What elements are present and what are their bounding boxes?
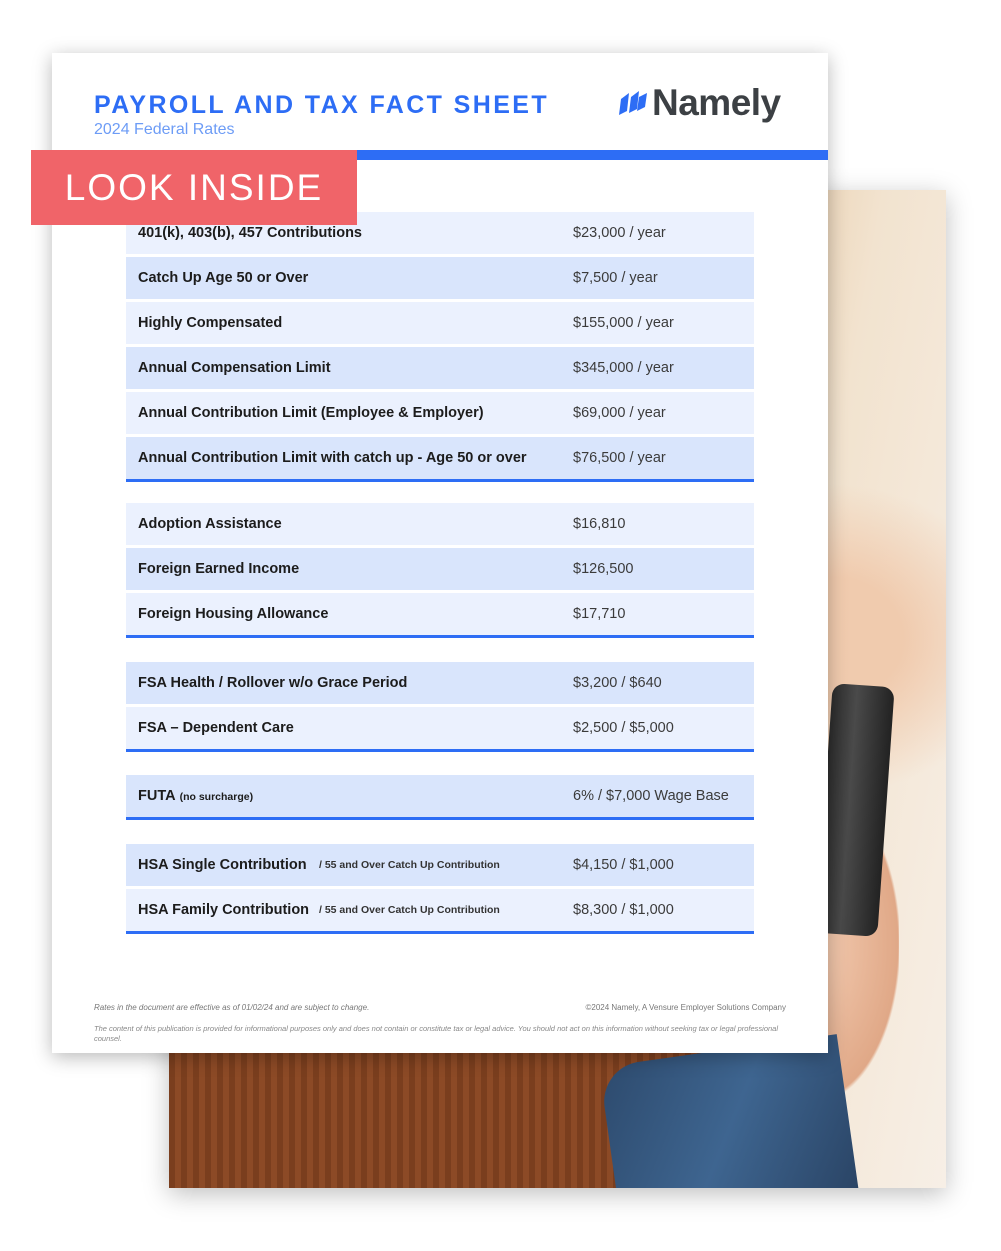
row-value: $69,000 / year [573, 405, 666, 421]
row-value: $2,500 / $5,000 [573, 720, 674, 736]
table-row: FSA Health / Rollover w/o Grace Period $… [126, 662, 754, 704]
retirement-group: 401(k), 403(b), 457 Contributions $23,00… [126, 212, 754, 482]
row-label: HSA Family Contribution [138, 902, 310, 918]
row-label: Adoption Assistance [138, 516, 282, 532]
namely-logo: Namely [617, 82, 781, 123]
row-label: Highly Compensated [138, 315, 283, 331]
row-value: $345,000 / year [573, 360, 674, 376]
table-row: Annual Contribution Limit with catch up … [126, 437, 754, 479]
row-value: $76,500 / year [573, 450, 666, 466]
row-value: $126,500 [573, 561, 634, 577]
row-label: FSA – Dependent Care [138, 720, 294, 736]
row-sublabel: / 55 and Over Catch Up Contribution [319, 859, 500, 871]
effective-note: Rates in the document are effective as o… [94, 1003, 370, 1012]
row-label-text: FUTA [138, 788, 176, 804]
table-row: Highly Compensated $155,000 / year [126, 302, 754, 344]
table-row: FSA – Dependent Care $2,500 / $5,000 [126, 707, 754, 749]
table-row: FUTA (no surcharge) 6% / $7,000 Wage Base [126, 775, 754, 817]
row-value: $4,150 / $1,000 [573, 857, 674, 873]
row-label: FSA Health / Rollover w/o Grace Period [138, 675, 408, 691]
row-label: Foreign Housing Allowance [138, 606, 329, 622]
look-inside-badge[interactable]: LOOK INSIDE [31, 150, 357, 225]
table-row: Adoption Assistance $16,810 [126, 503, 754, 545]
income-group: Adoption Assistance $16,810 Foreign Earn… [126, 503, 754, 638]
row-value: $23,000 / year [573, 225, 666, 241]
table-row: Foreign Earned Income $126,500 [126, 548, 754, 590]
table-row: Annual Contribution Limit (Employee & Em… [126, 392, 754, 434]
row-value: $155,000 / year [573, 315, 674, 331]
page-title: PAYROLL AND TAX FACT SHEET [94, 91, 550, 119]
row-sublabel: / 55 and Over Catch Up Contribution [319, 904, 500, 916]
row-value: 6% / $7,000 Wage Base [573, 788, 729, 804]
row-label: Catch Up Age 50 or Over [138, 270, 309, 286]
table-row: Catch Up Age 50 or Over $7,500 / year [126, 257, 754, 299]
copyright: ©2024 Namely, A Vensure Employer Solutio… [585, 1003, 786, 1012]
namely-logo-icon [619, 91, 647, 115]
row-label: 401(k), 403(b), 457 Contributions [138, 225, 362, 241]
row-value: $16,810 [573, 516, 626, 532]
row-value: $7,500 / year [573, 270, 658, 286]
row-value: $8,300 / $1,000 [573, 902, 674, 918]
logo-wordmark: Namely [652, 82, 781, 123]
row-label: Foreign Earned Income [138, 561, 300, 577]
futa-group: FUTA (no surcharge) 6% / $7,000 Wage Base [126, 775, 754, 820]
row-note: (no surcharge) [179, 791, 254, 803]
disclaimer: The content of this publication is provi… [94, 1024, 779, 1043]
row-label: Annual Contribution Limit with catch up … [138, 450, 527, 466]
row-label: FUTA (no surcharge) [138, 788, 253, 804]
page-subtitle: 2024 Federal Rates [94, 121, 235, 138]
row-value: $17,710 [573, 606, 626, 622]
table-row: Foreign Housing Allowance $17,710 [126, 593, 754, 635]
row-label: Annual Contribution Limit (Employee & Em… [138, 405, 484, 421]
table-row: HSA Single Contribution / 55 and Over Ca… [126, 844, 754, 886]
row-label: HSA Single Contribution [138, 857, 307, 873]
row-label: Annual Compensation Limit [138, 360, 331, 376]
table-row: HSA Family Contribution / 55 and Over Ca… [126, 889, 754, 931]
hsa-group: HSA Single Contribution / 55 and Over Ca… [126, 844, 754, 934]
table-row: Annual Compensation Limit $345,000 / yea… [126, 347, 754, 389]
row-value: $3,200 / $640 [573, 675, 662, 691]
fsa-group: FSA Health / Rollover w/o Grace Period $… [126, 662, 754, 752]
